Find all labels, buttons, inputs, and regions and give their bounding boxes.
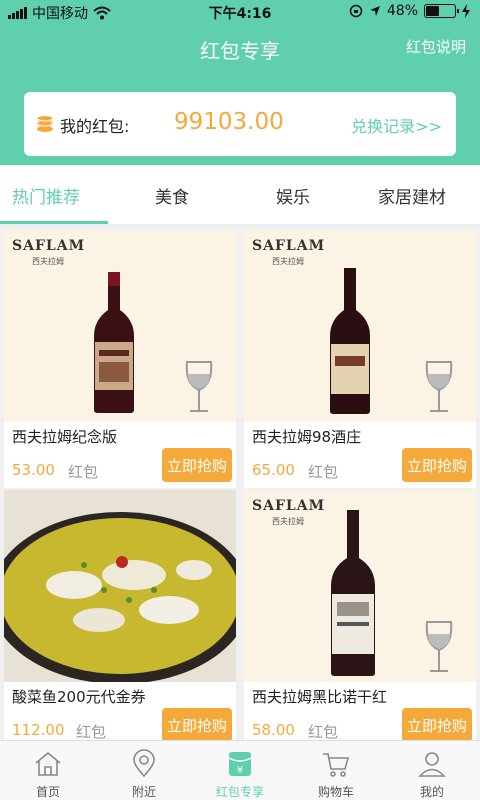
product-card[interactable]: 酸菜鱼200元代金券 112.00 红包 立即抢购 bbox=[4, 490, 236, 748]
tabbar-label: 购物车 bbox=[317, 785, 354, 799]
svg-text:¥: ¥ bbox=[237, 765, 243, 776]
product-title: 酸菜鱼200元代金券 bbox=[12, 688, 146, 706]
status-bar: 中国移动 下午4:16 48% bbox=[0, 0, 480, 24]
rotation-lock-icon bbox=[349, 4, 363, 18]
balance-label: 我的红包: bbox=[60, 117, 130, 136]
tab-hot[interactable]: 热门推荐 bbox=[12, 183, 80, 208]
active-tab-indicator bbox=[0, 221, 108, 224]
product-title: 西夫拉姆纪念版 bbox=[12, 428, 118, 446]
tabbar-label: 红包专享 bbox=[215, 785, 264, 799]
product-image: SAFLAM 西夫拉姆 bbox=[244, 230, 476, 422]
battery-percent: 48% bbox=[386, 3, 418, 19]
tabbar-item-red-packet[interactable]: ¥ 红包专享 bbox=[192, 741, 288, 800]
buy-now-button[interactable]: 立即抢购 bbox=[162, 708, 232, 742]
buy-now-button[interactable]: 立即抢购 bbox=[162, 448, 232, 482]
price-unit: 红包 bbox=[68, 463, 99, 481]
product-card[interactable]: SAFLAM 西夫拉姆 西夫拉姆纪念版 53.00 红包 立即抢购 bbox=[4, 230, 236, 488]
brand-logo: SAFLAM bbox=[252, 238, 326, 254]
coins-icon bbox=[36, 116, 54, 132]
tabbar-item-cart[interactable]: 购物车 bbox=[288, 741, 384, 800]
wine-bottle-icon bbox=[94, 272, 134, 413]
brand-subtitle: 西夫拉姆 bbox=[32, 257, 64, 266]
tabbar-label: 首页 bbox=[35, 785, 60, 799]
battery-icon bbox=[424, 4, 459, 18]
brand-logo: SAFLAM bbox=[12, 238, 86, 254]
cart-icon bbox=[323, 753, 350, 777]
buy-now-button[interactable]: 立即抢购 bbox=[402, 708, 472, 742]
buy-now-button[interactable]: 立即抢购 bbox=[402, 448, 472, 482]
brand-subtitle: 西夫拉姆 bbox=[272, 517, 304, 526]
tabbar-item-nearby[interactable]: 附近 bbox=[96, 741, 192, 800]
product-card[interactable]: SAFLAM 西夫拉姆 西夫拉姆98酒庄 65.00 红包 立即抢购 bbox=[244, 230, 476, 488]
product-price: 58.00 bbox=[252, 721, 295, 739]
product-price: 53.00 bbox=[12, 461, 55, 479]
red-packet-rules-link[interactable]: 红包说明 bbox=[406, 36, 466, 57]
tabbar-label: 附近 bbox=[131, 785, 156, 799]
tabbar-label: 我的 bbox=[419, 785, 444, 799]
red-packet-icon: ¥ bbox=[228, 752, 252, 776]
product-title: 西夫拉姆98酒庄 bbox=[252, 428, 362, 446]
balance-value: 99103.00 bbox=[174, 109, 284, 135]
product-card[interactable]: SAFLAM 西夫拉姆 西夫拉姆黑比诺干红 58.00 红包 立即抢购 bbox=[244, 490, 476, 748]
price-unit: 红包 bbox=[76, 723, 107, 741]
balance-card: 我的红包: 99103.00 兑换记录>> bbox=[24, 92, 456, 156]
wine-bottle-icon bbox=[330, 268, 370, 414]
product-title: 西夫拉姆黑比诺干红 bbox=[252, 688, 388, 706]
price-unit: 红包 bbox=[308, 723, 339, 741]
product-price: 65.00 bbox=[252, 461, 295, 479]
home-icon bbox=[35, 751, 61, 776]
tab-food[interactable]: 美食 bbox=[155, 183, 189, 208]
brand-subtitle: 西夫拉姆 bbox=[272, 257, 304, 266]
fish-dish-image bbox=[4, 490, 236, 682]
charging-icon bbox=[462, 4, 470, 18]
tab-entertainment[interactable]: 娱乐 bbox=[276, 183, 310, 208]
product-image bbox=[4, 490, 236, 682]
tab-home-building[interactable]: 家居建材 bbox=[378, 183, 446, 208]
product-grid: SAFLAM 西夫拉姆 西夫拉姆纪念版 53.00 红包 立即抢购 SAFLAM bbox=[0, 226, 480, 748]
category-tabs: 热门推荐 美食 娱乐 家居建材 bbox=[0, 165, 480, 225]
tabbar-item-profile[interactable]: 我的 bbox=[384, 741, 480, 800]
product-image: SAFLAM 西夫拉姆 bbox=[4, 230, 236, 422]
product-price: 112.00 bbox=[12, 721, 65, 739]
header: 中国移动 下午4:16 48% 红包专享 红包说明 我的红包: 99103.00… bbox=[0, 0, 480, 165]
location-arrow-icon bbox=[369, 6, 380, 16]
wine-glass-icon bbox=[425, 361, 453, 412]
wine-bottle-icon bbox=[331, 510, 375, 676]
price-unit: 红包 bbox=[308, 463, 339, 481]
wine-glass-icon bbox=[425, 621, 453, 672]
product-image: SAFLAM 西夫拉姆 bbox=[244, 490, 476, 682]
tabbar-item-home[interactable]: 首页 bbox=[0, 741, 96, 800]
brand-logo: SAFLAM bbox=[252, 498, 326, 514]
user-icon bbox=[418, 752, 446, 777]
wine-glass-icon bbox=[185, 361, 213, 412]
location-icon bbox=[133, 749, 155, 778]
bottom-tab-bar: 首页 附近 ¥ 红包专享 购物车 我的 bbox=[0, 740, 480, 800]
exchange-history-link[interactable]: 兑换记录>> bbox=[351, 113, 442, 137]
